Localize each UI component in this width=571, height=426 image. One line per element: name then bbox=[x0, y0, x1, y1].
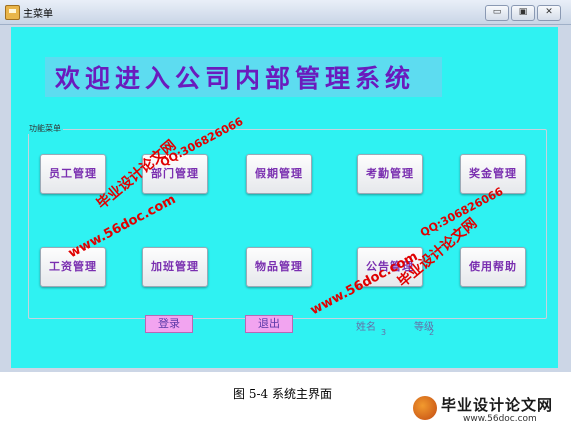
function-menu-label: 功能菜单 bbox=[27, 123, 63, 134]
attendance-management-button[interactable]: 考勤管理 bbox=[357, 154, 423, 194]
close-button[interactable]: ✕ bbox=[537, 5, 561, 21]
name-value: 3 bbox=[381, 328, 387, 337]
welcome-banner: 欢迎进入公司内部管理系统 bbox=[45, 57, 442, 97]
employee-management-button[interactable]: 员工管理 bbox=[40, 154, 106, 194]
app-icon bbox=[5, 5, 20, 20]
level-value: 2 bbox=[429, 328, 435, 337]
logo-main-text: 毕业设计论文网 bbox=[441, 396, 554, 414]
name-label: 姓名 bbox=[356, 322, 376, 333]
welcome-text: 欢迎进入公司内部管理系统 bbox=[55, 64, 416, 93]
leave-management-button[interactable]: 假期管理 bbox=[246, 154, 312, 194]
title-bar: 主菜单 ▭ ▣ ✕ bbox=[0, 0, 571, 25]
item-management-button[interactable]: 物品管理 bbox=[246, 247, 312, 287]
logo-icon bbox=[413, 396, 437, 420]
window-title: 主菜单 bbox=[23, 9, 53, 20]
figure-caption: 图 5-4 系统主界面 bbox=[233, 387, 332, 401]
minimize-button[interactable]: ▭ bbox=[485, 5, 509, 21]
logo-sub-text: www.56doc.com bbox=[463, 414, 537, 424]
help-button[interactable]: 使用帮助 bbox=[460, 247, 526, 287]
maximize-button[interactable]: ▣ bbox=[511, 5, 535, 21]
login-button[interactable]: 登录 bbox=[145, 315, 193, 333]
main-window: 主菜单 ▭ ▣ ✕ 欢迎进入公司内部管理系统 功能菜单 员工管理 部门管理 假期… bbox=[0, 0, 571, 372]
overtime-management-button[interactable]: 加班管理 bbox=[142, 247, 208, 287]
logout-button[interactable]: 退出 bbox=[245, 315, 293, 333]
